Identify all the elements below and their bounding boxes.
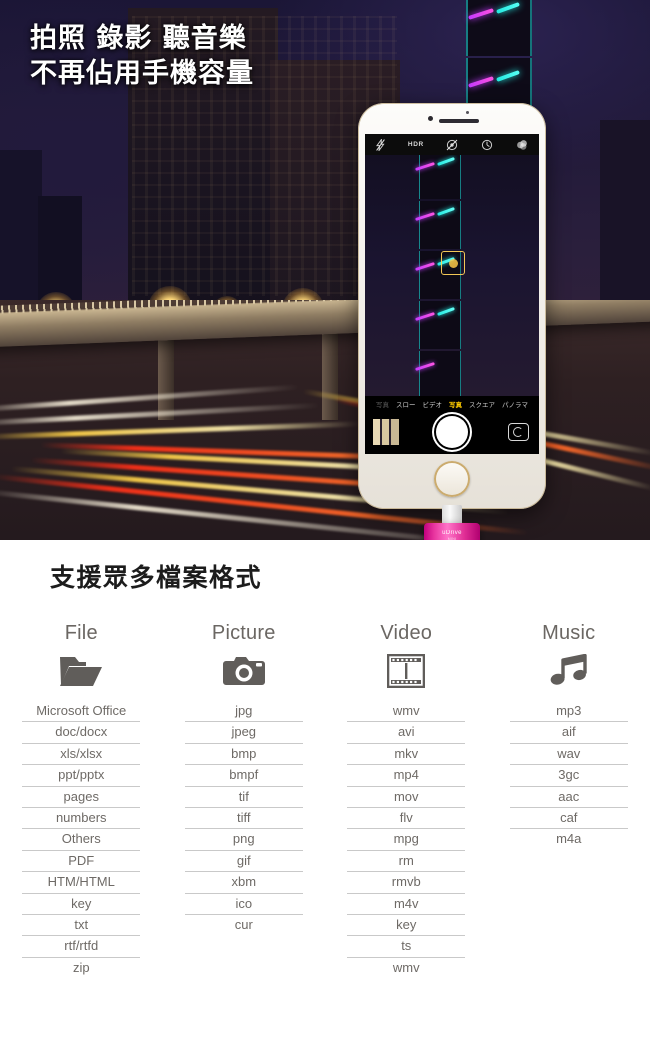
format-item: PDF [22,851,141,873]
format-item: Others [22,829,141,851]
earpiece-speaker [439,119,479,123]
format-item: m4v [347,894,466,915]
format-item: key [22,894,141,915]
column-header-video: Video [380,622,433,644]
format-item: bmp [184,744,303,766]
format-item: png [184,829,303,851]
format-item: caf [509,808,628,830]
camera-mode-panorama[interactable]: パノラマ [502,399,528,409]
format-item: rm [347,851,466,873]
format-item: rmvb [347,872,466,894]
format-item: jpg [184,701,303,723]
format-list-picture: jpg jpeg bmp bmpf tif tiff png gif xbm i… [184,701,303,935]
section-title: 支援眾多檔案格式 [50,563,263,592]
format-item: mp4 [347,765,466,787]
format-list-file: Microsoft Office doc/docx xls/xlsx ppt/p… [22,701,141,978]
format-item: key [347,915,466,937]
format-item: mkv [347,744,466,766]
format-list-video: wmv avi mkv mp4 mov flv mpg rm rmvb m4v … [347,701,466,978]
format-item: mp3 [509,701,628,723]
format-item: avi [347,722,466,744]
hero-headline: 拍照 錄影 聽音樂 不再佔用手機容量 [30,23,254,89]
camera-controls-bar [365,411,539,454]
usb-flash-drive: uDrive MINI TENQ USB3.2 [424,505,480,540]
camera-mode-photo[interactable]: 写真 [449,399,462,409]
drive-body: uDrive MINI TENQ USB3.2 [424,523,480,540]
format-column-music: Music mp3 aif wav 3gc aac caf m4a [488,622,650,978]
format-item: xls/xlsx [22,744,141,766]
folder-icon [59,649,103,693]
camera-mode-video[interactable]: ビデオ [423,399,443,409]
format-item: ts [347,936,466,958]
format-item: Microsoft Office [22,701,141,723]
background-building [600,120,650,310]
format-item: zip [72,959,90,975]
hdr-icon[interactable]: HDR [408,141,424,148]
format-item: gif [184,851,303,873]
hero-night-city-photo: 拍照 錄影 聽音樂 不再佔用手機容量 HDR 写真 スロー ビデオ 写真 スクエ… [0,0,650,540]
format-item: flv [347,808,466,830]
product-promo-page: 拍照 錄影 聽音樂 不再佔用手機容量 HDR 写真 スロー ビデオ 写真 スクエ… [0,0,650,1040]
format-item: txt [22,915,141,937]
camera-mode-partial[interactable]: 写真 [376,399,389,409]
format-item: tiff [184,808,303,830]
format-item: rtf/rtfd [22,936,141,958]
format-column-video: Video wmv avi mkv mp4 mov flv mpg rm rmv… [325,622,488,978]
film-strip-icon [387,649,426,693]
live-photo-off-icon[interactable] [446,139,458,151]
format-column-picture: Picture jpg jpeg bmp bmpf tif tiff png g… [163,622,326,978]
format-item: doc/docx [22,722,141,744]
format-item: tif [184,787,303,808]
camera-mode-slow[interactable]: スロー [396,399,416,409]
file-formats-section: 支援眾多檔案格式 File Microsoft Office doc/docx … [0,540,650,1040]
format-list-music: mp3 aif wav 3gc aac caf m4a [509,701,628,850]
music-note-icon [549,649,589,693]
format-column-file: File Microsoft Office doc/docx xls/xlsx … [0,622,163,978]
proximity-sensor-icon [466,111,469,114]
viewfinder-tower-subject [411,155,467,396]
format-item: mov [347,787,466,808]
format-item: pages [22,787,141,808]
timer-icon[interactable] [481,139,493,151]
roadway-with-light-trails [0,300,650,540]
format-item: jpeg [184,722,303,744]
filters-icon[interactable] [516,139,528,151]
flip-camera-icon[interactable] [508,423,529,441]
format-item: wav [509,744,628,766]
camera-viewfinder[interactable] [365,155,539,396]
format-item: bmpf [184,765,303,787]
camera-icon [222,649,266,693]
home-button[interactable] [434,461,470,497]
column-header-picture: Picture [211,622,276,644]
front-camera-icon [428,116,433,121]
format-item: aif [509,722,628,744]
column-header-music: Music [542,622,596,644]
camera-mode-square[interactable]: スクエア [469,399,495,409]
flash-off-icon[interactable] [376,138,386,151]
drive-brand-name: uDrive [442,530,462,536]
format-item: m4a [556,831,582,847]
format-item: wmv [347,701,466,723]
format-item: ico [184,894,303,915]
camera-mode-selector[interactable]: 写真 スロー ビデオ 写真 スクエア パノラマ [365,396,539,411]
format-item: 3gc [509,765,628,787]
format-item: wmv [392,959,420,975]
drive-brand-sub: MINI [447,537,457,540]
format-columns: File Microsoft Office doc/docx xls/xlsx … [0,622,650,978]
camera-top-toolbar: HDR [365,134,539,155]
format-item: xbm [184,872,303,894]
shutter-button[interactable] [436,416,468,448]
format-item: ppt/pptx [22,765,141,787]
format-item: cur [234,916,253,932]
column-header-file: File [64,622,98,644]
format-item: aac [509,787,628,808]
gallery-thumbnail[interactable] [373,419,399,445]
background-building [0,150,42,310]
format-item: mpg [347,829,466,851]
focus-reticle [441,251,465,275]
phone-screen: HDR 写真 スロー ビデオ 写真 スクエア パノラマ [365,134,539,454]
iphone-device: HDR 写真 スロー ビデオ 写真 スクエア パノラマ [358,103,546,509]
format-item: numbers [22,808,141,830]
format-item: HTM/HTML [22,872,141,894]
